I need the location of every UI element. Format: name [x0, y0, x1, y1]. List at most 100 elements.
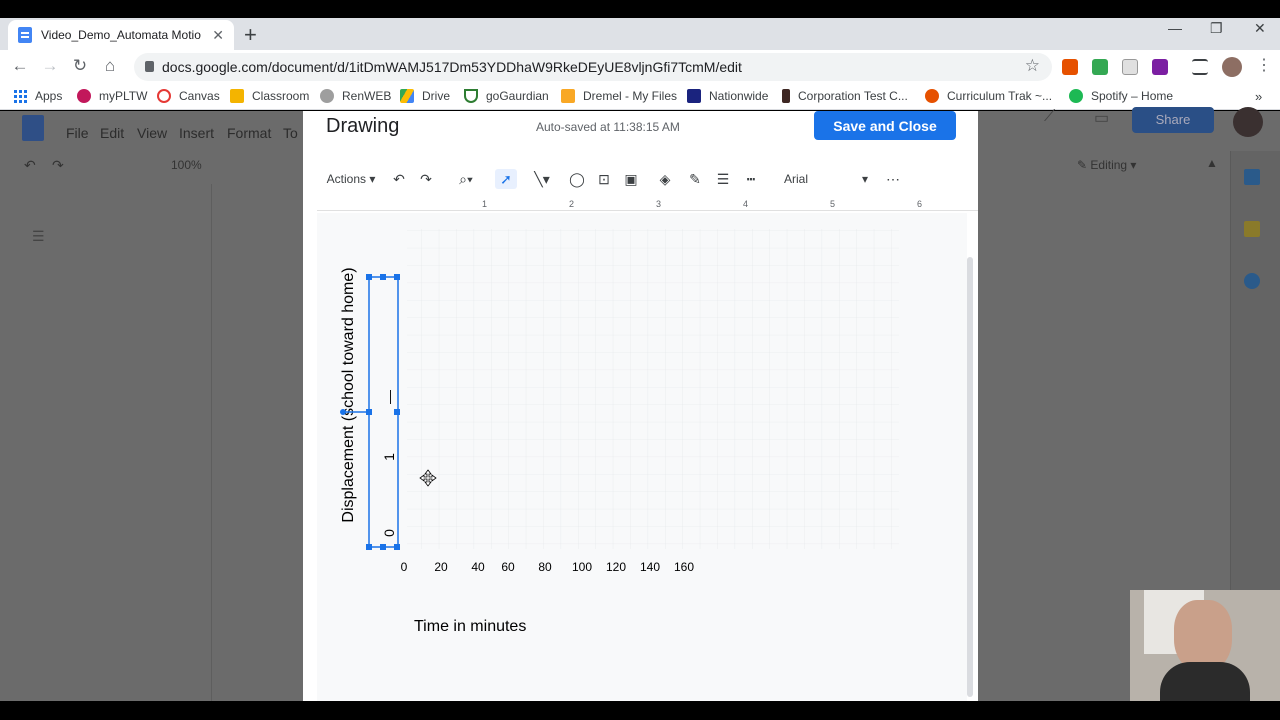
bookmark-gogaurdian[interactable]: goGaurdian — [464, 89, 549, 103]
keep-icon[interactable] — [1244, 221, 1260, 237]
editing-mode[interactable]: ✎ Editing ▾ — [1077, 158, 1136, 172]
extension-pdf-icon[interactable] — [1122, 59, 1138, 75]
webcam-person-shirt — [1160, 662, 1250, 701]
bookmark-label: Nationwide — [709, 89, 769, 103]
dialog-title: Drawing — [326, 115, 400, 137]
undo-icon[interactable]: ↶ — [24, 157, 36, 174]
share-button[interactable]: Share — [1132, 107, 1214, 133]
bookmark-canvas[interactable]: Canvas — [157, 89, 220, 103]
y-tick-0: 0 — [381, 529, 397, 537]
more-options-icon[interactable]: ⋯ — [883, 169, 903, 189]
bookmark-label: Corporation Test C... — [798, 89, 908, 103]
actions-menu[interactable]: Actions ▾ — [325, 169, 377, 189]
close-icon[interactable]: ✕ — [212, 27, 224, 44]
vertical-scrollbar[interactable] — [967, 257, 973, 697]
select-arrow-icon[interactable]: ➚ — [495, 169, 517, 189]
bookmark-dremel[interactable]: Dremel - My Files — [561, 89, 677, 103]
minimize-button[interactable]: — — [1168, 20, 1182, 36]
x-tick-100: 100 — [572, 560, 592, 574]
reading-list-icon[interactable] — [1192, 59, 1208, 75]
bookmark-curriculum-trak[interactable]: Curriculum Trak ~... — [925, 89, 1052, 103]
x-tick-0: 0 — [401, 560, 408, 574]
restore-button[interactable]: ❐ — [1210, 20, 1223, 37]
bookmark-mypltw[interactable]: myPLTW — [77, 89, 147, 103]
new-tab-button[interactable]: + — [244, 22, 257, 48]
bookmark-label: goGaurdian — [486, 89, 549, 103]
x-axis-label[interactable]: Time in minutes — [414, 618, 526, 635]
bookmark-apps[interactable]: Apps — [14, 89, 62, 103]
x-tick-60: 60 — [501, 560, 515, 574]
horizontal-ruler: 1 2 3 4 5 6 — [317, 199, 978, 211]
image-icon[interactable]: ▣ — [621, 169, 641, 189]
collapse-icon[interactable]: ▲ — [1206, 156, 1218, 170]
home-button[interactable]: ⌂ — [98, 56, 122, 76]
drawing-canvas[interactable]: Displacement (school toward home) 0 1 — — [317, 213, 967, 701]
border-dash-icon[interactable]: ┅ — [741, 169, 761, 189]
bookmark-drive[interactable]: Drive — [400, 89, 450, 103]
extension-office-icon[interactable] — [1062, 59, 1078, 75]
tab-strip: Video_Demo_Automata MotionC ✕ + — ❐ ✕ — [0, 18, 1280, 50]
font-select[interactable]: Arial ▾ — [784, 169, 868, 189]
user-avatar[interactable] — [1233, 107, 1263, 137]
menu-insert[interactable]: Insert — [179, 125, 214, 141]
address-bar[interactable]: docs.google.com/document/d/1itDmWAMJ517D… — [134, 53, 1052, 81]
border-weight-icon[interactable]: ☰ — [713, 169, 733, 189]
redo-icon[interactable]: ↷ — [52, 157, 64, 174]
canvas-icon — [157, 89, 171, 103]
browser-tab[interactable]: Video_Demo_Automata MotionC ✕ — [8, 20, 234, 50]
line-tool-icon[interactable]: ╲▾ — [525, 169, 559, 189]
tasks-icon[interactable] — [1244, 273, 1260, 289]
bookmark-renweb[interactable]: RenWEB — [320, 89, 391, 103]
editing-label: Editing — [1090, 158, 1128, 172]
lock-icon — [145, 61, 154, 72]
nationwide-icon — [687, 89, 701, 103]
bookmark-label: Drive — [422, 89, 451, 103]
bookmarks-bar: Apps myPLTW Canvas Classroom RenWEB Driv… — [0, 84, 1280, 110]
x-tick-40: 40 — [471, 560, 485, 574]
bookmark-label: Classroom — [252, 89, 310, 103]
menu-file[interactable]: File — [66, 125, 89, 141]
profile-avatar[interactable] — [1222, 57, 1242, 77]
bookmark-label: Spotify – Home — [1091, 89, 1174, 103]
bookmark-label: Curriculum Trak ~... — [947, 89, 1053, 103]
outline-icon[interactable]: ☰ — [32, 228, 45, 245]
outline-panel: ☰ — [0, 184, 212, 704]
bookmark-corporation-test[interactable]: Corporation Test C... — [782, 89, 908, 103]
window-close-button[interactable]: ✕ — [1254, 20, 1266, 37]
menu-view[interactable]: View — [137, 125, 167, 141]
webcam-overlay — [1130, 590, 1280, 701]
browser-toolbar: ← → ↻ ⌂ docs.google.com/document/d/1itDm… — [0, 50, 1280, 84]
bookmark-star-icon[interactable]: ☆ — [1025, 56, 1040, 76]
ruler-mark: 5 — [830, 199, 836, 209]
zoom-icon[interactable]: ⌕▾ — [451, 169, 481, 189]
ruler-mark: 6 — [917, 199, 923, 209]
save-and-close-button[interactable]: Save and Close — [814, 111, 956, 140]
menu-format[interactable]: Format — [227, 125, 271, 141]
bookmark-classroom[interactable]: Classroom — [230, 89, 309, 103]
extension-purple-icon[interactable] — [1152, 59, 1168, 75]
border-color-icon[interactable]: ✎ — [685, 169, 705, 189]
menu-dots-icon[interactable]: ⋮ — [1256, 55, 1272, 74]
autosave-status: Auto-saved at 11:38:15 AM — [536, 120, 680, 134]
calendar-icon[interactable] — [1244, 169, 1260, 185]
text-box-icon[interactable]: ⊡ — [594, 169, 614, 189]
bookmarks-overflow-icon[interactable]: » — [1255, 89, 1262, 104]
extension-classroom-icon[interactable] — [1092, 59, 1108, 75]
activity-icon[interactable]: ⟋ — [1044, 108, 1055, 126]
ruler-mark: 3 — [656, 199, 662, 209]
fill-color-icon[interactable]: ◈ — [655, 169, 675, 189]
y-axis-label[interactable]: Displacement (school toward home) — [340, 267, 357, 522]
bookmark-nationwide[interactable]: Nationwide — [687, 89, 768, 103]
back-button[interactable]: ← — [8, 56, 32, 76]
reload-button[interactable]: ↻ — [68, 56, 92, 76]
bookmark-spotify[interactable]: Spotify – Home — [1069, 89, 1173, 103]
forward-button[interactable]: → — [38, 56, 62, 76]
comment-icon[interactable]: ▭ — [1094, 108, 1109, 128]
undo-icon[interactable]: ↶ — [389, 169, 409, 189]
menu-tools[interactable]: To — [283, 125, 298, 141]
zoom-select[interactable]: 100% — [171, 158, 202, 172]
bookmark-label: RenWEB — [342, 89, 392, 103]
menu-edit[interactable]: Edit — [100, 125, 124, 141]
redo-icon[interactable]: ↷ — [416, 169, 436, 189]
shape-tool-icon[interactable]: ◯ — [567, 169, 587, 189]
